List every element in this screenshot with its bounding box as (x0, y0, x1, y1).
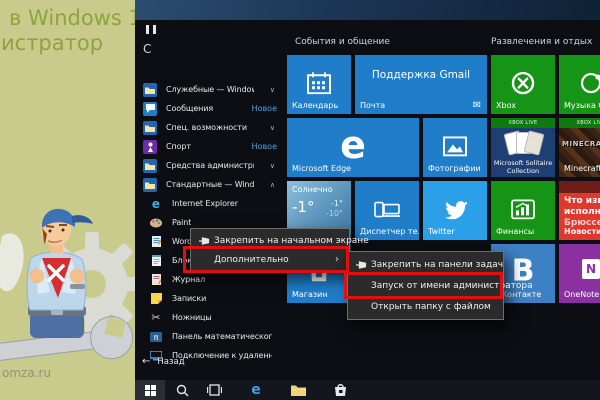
new-badge: Новое (252, 142, 277, 151)
app-item-accessibility[interactable]: Спец. возможности ∨ (135, 118, 283, 137)
chevron-up-icon[interactable]: ∧ (270, 181, 275, 189)
edge-logo: e (340, 123, 366, 167)
pin-icon (198, 235, 210, 247)
app-item-admin-tools[interactable]: Средства администрирован... ∨ (135, 156, 283, 175)
mail-live-headline: Поддержка Gmail (355, 69, 487, 81)
app-item-accessories[interactable]: Стандартные — Windows ∧ (135, 175, 283, 194)
tile-groove-music[interactable]: Музыка Groove (559, 55, 600, 114)
edge-icon: e (251, 382, 261, 398)
messaging-icon (143, 102, 157, 116)
app-item-sticky-notes[interactable]: Записки (135, 289, 283, 308)
onenote-icon: N (582, 259, 600, 279)
menu-item-pin-to-taskbar[interactable]: Закрепить на панели задач (348, 254, 503, 275)
partial-app-icon (145, 25, 159, 35)
scissors-icon: ✂ (149, 311, 163, 325)
watermark: omza.ru (2, 366, 51, 380)
sticky-notes-icon (149, 292, 163, 306)
store-bag-icon (334, 383, 347, 397)
math-input-icon: π (149, 330, 163, 344)
app-item-system-windows[interactable]: Служебные — Windows ∨ (135, 80, 283, 99)
app-item-internet-explorer[interactable]: e Internet Explorer (135, 194, 283, 213)
menu-item-more[interactable]: Дополнительно › (191, 250, 349, 269)
solitaire-cards-art (506, 132, 540, 158)
chevron-down-icon[interactable]: ∨ (270, 86, 275, 94)
group-header-entertainment[interactable]: Развлечения и отдых (491, 37, 592, 47)
groove-icon (579, 71, 600, 95)
tile-phone-companion[interactable]: Диспетчер те... (355, 181, 419, 240)
app-item-math-input[interactable]: π Панель математического ввода (135, 327, 283, 346)
pin-icon (355, 259, 367, 271)
folder-icon (143, 178, 157, 192)
tile-photos[interactable]: Фотографии (423, 118, 487, 177)
tile-news[interactable]: Что извест исполните Брюсселе Новости (559, 181, 600, 240)
folder-icon (143, 121, 157, 135)
tile-minecraft[interactable]: XBOX LIVE MINECRAFT Minecraft: W... (559, 118, 600, 177)
paint-icon (149, 216, 163, 230)
menu-item-run-as-admin[interactable]: Запуск от имени администратора (348, 275, 503, 296)
context-submenu: Закрепить на панели задач Запуск от имен… (347, 251, 504, 320)
app-item-sport[interactable]: Спорт Новое (135, 137, 283, 156)
xbox-logo-icon (511, 71, 535, 95)
photos-icon (443, 136, 467, 156)
app-list: С Служебные — Windows ∨ Сообщения Новое … (135, 20, 283, 380)
xbox-live-banner: XBOX LIVE (491, 118, 555, 128)
context-menu: Закрепить на начальном экране Дополнител… (190, 228, 350, 272)
tutorial-title-line1: в Windows 10 - (9, 6, 135, 30)
notepad-icon (149, 254, 163, 268)
screenshot-root: в Windows 10 - истратор (0, 0, 600, 400)
folder-icon (291, 384, 306, 396)
tile-twitter[interactable]: Twitter (423, 181, 487, 240)
app-item-snipping-tool[interactable]: ✂ Ножницы (135, 308, 283, 327)
menu-item-pin-to-start[interactable]: Закрепить на начальном экране (191, 231, 349, 250)
wordpad-icon (149, 235, 163, 249)
svg-text:π: π (154, 333, 159, 342)
tile-microsoft-edge[interactable]: e Microsoft Edge (287, 118, 419, 177)
folder-icon (143, 159, 157, 173)
search-button[interactable] (167, 380, 197, 400)
folder-icon (143, 83, 157, 97)
new-badge: Новое (252, 104, 277, 113)
finance-chart-icon (511, 199, 535, 219)
app-item-messaging[interactable]: Сообщения Новое (135, 99, 283, 118)
menu-item-open-file-location[interactable]: Открыть папку с файлом (348, 296, 503, 317)
chevron-down-icon[interactable]: ∨ (270, 162, 275, 170)
taskbar: e (135, 380, 600, 400)
edge-taskbar-button[interactable]: e (241, 380, 271, 400)
twitter-bird-icon (442, 198, 468, 220)
back-arrow-icon: ← (142, 356, 150, 367)
letter-group-header[interactable]: С (143, 42, 151, 56)
app-item-journal[interactable]: Журнал (135, 270, 283, 289)
internet-explorer-icon: e (149, 197, 163, 211)
store-taskbar-button[interactable] (325, 380, 355, 400)
journal-icon (149, 273, 163, 287)
chevron-down-icon[interactable]: ∨ (270, 124, 275, 132)
submenu-arrow-icon: › (335, 254, 339, 265)
tile-onenote[interactable]: N OneNote (559, 244, 600, 303)
tutorial-title-line2: истратор (1, 31, 103, 55)
back-button[interactable]: ← Назад (135, 352, 283, 371)
tile-xbox[interactable]: Xbox (491, 55, 555, 114)
sport-icon (143, 140, 157, 154)
desktop-wallpaper (135, 0, 600, 20)
envelope-icon: ✉ (473, 100, 481, 111)
tutorial-sidebar: в Windows 10 - истратор (0, 0, 135, 400)
calendar-icon (307, 72, 331, 94)
tile-finance[interactable]: Финансы (491, 181, 555, 240)
mascot-illustration (0, 196, 135, 368)
file-explorer-button[interactable] (283, 380, 313, 400)
start-button[interactable] (135, 380, 165, 400)
tile-calendar[interactable]: Календарь (287, 55, 351, 114)
xbox-live-banner: XBOX LIVE (559, 118, 600, 128)
task-view-icon (207, 384, 222, 396)
tile-mail[interactable]: Поддержка Gmail Почта ✉ (355, 55, 487, 114)
tile-solitaire[interactable]: XBOX LIVE Microsoft Solitaire Collection (491, 118, 555, 177)
task-view-button[interactable] (199, 380, 229, 400)
windows-logo-icon (145, 385, 156, 396)
search-icon (176, 384, 189, 397)
group-header-events[interactable]: События и общение (295, 37, 390, 47)
phone-companion-icon (374, 200, 400, 218)
